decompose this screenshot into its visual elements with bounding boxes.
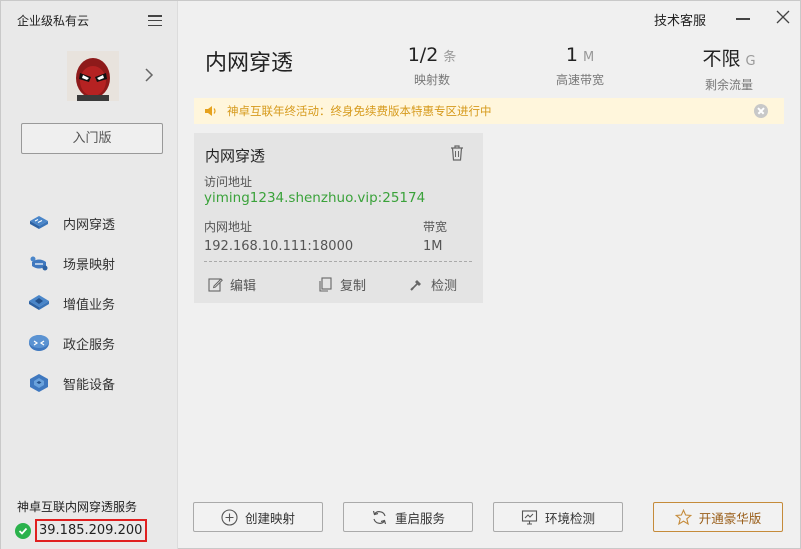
avatar[interactable] bbox=[67, 51, 119, 101]
access-label: 访问地址 bbox=[204, 175, 253, 189]
sidebar-item-enterprise[interactable]: 政企服务 bbox=[1, 323, 177, 363]
notice-close-icon[interactable] bbox=[754, 104, 768, 118]
chevron-right-icon[interactable] bbox=[144, 68, 154, 82]
sidebar-item-label: 智能设备 bbox=[63, 377, 116, 393]
tech-support-link[interactable]: 技术客服 bbox=[654, 10, 706, 29]
create-mapping-label: 创建映射 bbox=[244, 510, 295, 526]
edit-button[interactable]: 编辑 bbox=[208, 275, 256, 294]
smart-device-icon bbox=[30, 374, 48, 392]
stat-label: 映射数 bbox=[413, 73, 450, 87]
close-icon[interactable] bbox=[776, 10, 790, 24]
promo-notice[interactable]: 神卓互联年终活动：终身免续费版本特惠专区进行中 bbox=[194, 98, 784, 124]
stat-unit: G bbox=[745, 54, 756, 69]
divider bbox=[204, 261, 472, 262]
stat-label: 剩余流量 bbox=[704, 78, 753, 92]
edition-button[interactable]: 入门版 bbox=[21, 123, 163, 154]
sidebar-item-tunnel[interactable]: 内网穿透 bbox=[1, 203, 177, 243]
stat-mappings: 1/2 条 映射数 bbox=[401, 44, 463, 88]
edit-icon bbox=[208, 278, 223, 292]
mapping-card[interactable]: 内网穿透 访问地址 yiming1234.shenzhuo.vip:25174 … bbox=[194, 133, 483, 303]
stat-value: 1/2 bbox=[407, 44, 439, 66]
trash-icon[interactable] bbox=[450, 145, 464, 161]
stat-bandwidth: 1M 高速带宽 bbox=[548, 44, 612, 88]
stat-label: 高速带宽 bbox=[555, 73, 604, 87]
sidebar-item-label: 政企服务 bbox=[63, 337, 116, 353]
bandwidth-value: 1M bbox=[423, 239, 443, 254]
public-ip: 39.185.209.200 bbox=[35, 519, 148, 542]
tunnel-icon bbox=[30, 216, 48, 229]
restart-service-label: 重启服务 bbox=[394, 510, 445, 526]
sidebar-item-label: 场景映射 bbox=[63, 257, 116, 273]
minimize-icon[interactable] bbox=[736, 18, 750, 20]
copy-icon bbox=[319, 277, 332, 292]
upgrade-vip-label: 开通豪华版 bbox=[698, 510, 762, 526]
sidebar-item-label: 内网穿透 bbox=[63, 217, 116, 233]
check-circle-icon bbox=[15, 522, 31, 539]
refresh-icon bbox=[372, 510, 387, 524]
page-title: 内网穿透 bbox=[205, 51, 294, 76]
env-check-label: 环境检测 bbox=[544, 510, 595, 526]
sidebar-item-scene-mapping[interactable]: 场景映射 bbox=[1, 243, 177, 283]
speaker-icon bbox=[205, 106, 216, 116]
edit-label: 编辑 bbox=[230, 279, 257, 294]
env-check-button[interactable]: 环境检测 bbox=[493, 502, 623, 532]
upgrade-vip-button[interactable]: 开通豪华版 bbox=[653, 502, 783, 532]
sidebar-nav: 内网穿透 场景映射 增值业务 政企服务 智能设备 bbox=[1, 203, 177, 403]
create-mapping-button[interactable]: 创建映射 bbox=[193, 502, 323, 532]
copy-button[interactable]: 复制 bbox=[318, 275, 366, 294]
scene-mapping-icon bbox=[30, 256, 48, 271]
probe-icon bbox=[410, 280, 421, 291]
stat-unit: 条 bbox=[443, 50, 457, 65]
internal-address: 192.168.10.111:18000 bbox=[204, 239, 354, 254]
sidebar-item-value-added[interactable]: 增值业务 bbox=[1, 283, 177, 323]
plus-circle-icon bbox=[221, 508, 238, 526]
check-button[interactable]: 检测 bbox=[409, 275, 457, 294]
restart-service-button[interactable]: 重启服务 bbox=[343, 502, 473, 532]
sidebar-item-smart-device[interactable]: 智能设备 bbox=[1, 363, 177, 403]
card-title: 内网穿透 bbox=[205, 147, 266, 165]
monitor-icon bbox=[521, 509, 538, 525]
brand-title: 企业级私有云 bbox=[17, 14, 90, 28]
stat-unit: M bbox=[582, 50, 595, 65]
enterprise-icon bbox=[29, 335, 49, 351]
copy-label: 复制 bbox=[340, 279, 367, 294]
service-label: 神卓互联内网穿透服务 bbox=[17, 500, 138, 514]
internal-label: 内网地址 bbox=[204, 220, 253, 234]
star-icon bbox=[674, 508, 692, 525]
value-added-icon bbox=[29, 295, 49, 310]
access-address[interactable]: yiming1234.shenzhuo.vip:25174 bbox=[204, 190, 425, 206]
check-label: 检测 bbox=[431, 279, 458, 294]
bandwidth-label: 带宽 bbox=[423, 220, 448, 234]
stat-traffic: 不限 G 剩余流量 bbox=[693, 44, 765, 93]
service-status: 39.185.209.200 bbox=[15, 519, 148, 542]
sidebar: 企业级私有云 入门版 内网穿透 场景映射 增值业务 政企服务 智能设备 神卓互联… bbox=[1, 1, 178, 549]
hamburger-menu-icon[interactable] bbox=[148, 15, 162, 27]
stat-value: 1 bbox=[565, 44, 578, 66]
stat-value: 不限 bbox=[702, 48, 741, 70]
app-window: 企业级私有云 入门版 内网穿透 场景映射 增值业务 政企服务 智能设备 神卓互联… bbox=[0, 0, 801, 549]
sidebar-item-label: 增值业务 bbox=[63, 297, 116, 313]
notice-text: 神卓互联年终活动：终身免续费版本特惠专区进行中 bbox=[227, 104, 492, 118]
